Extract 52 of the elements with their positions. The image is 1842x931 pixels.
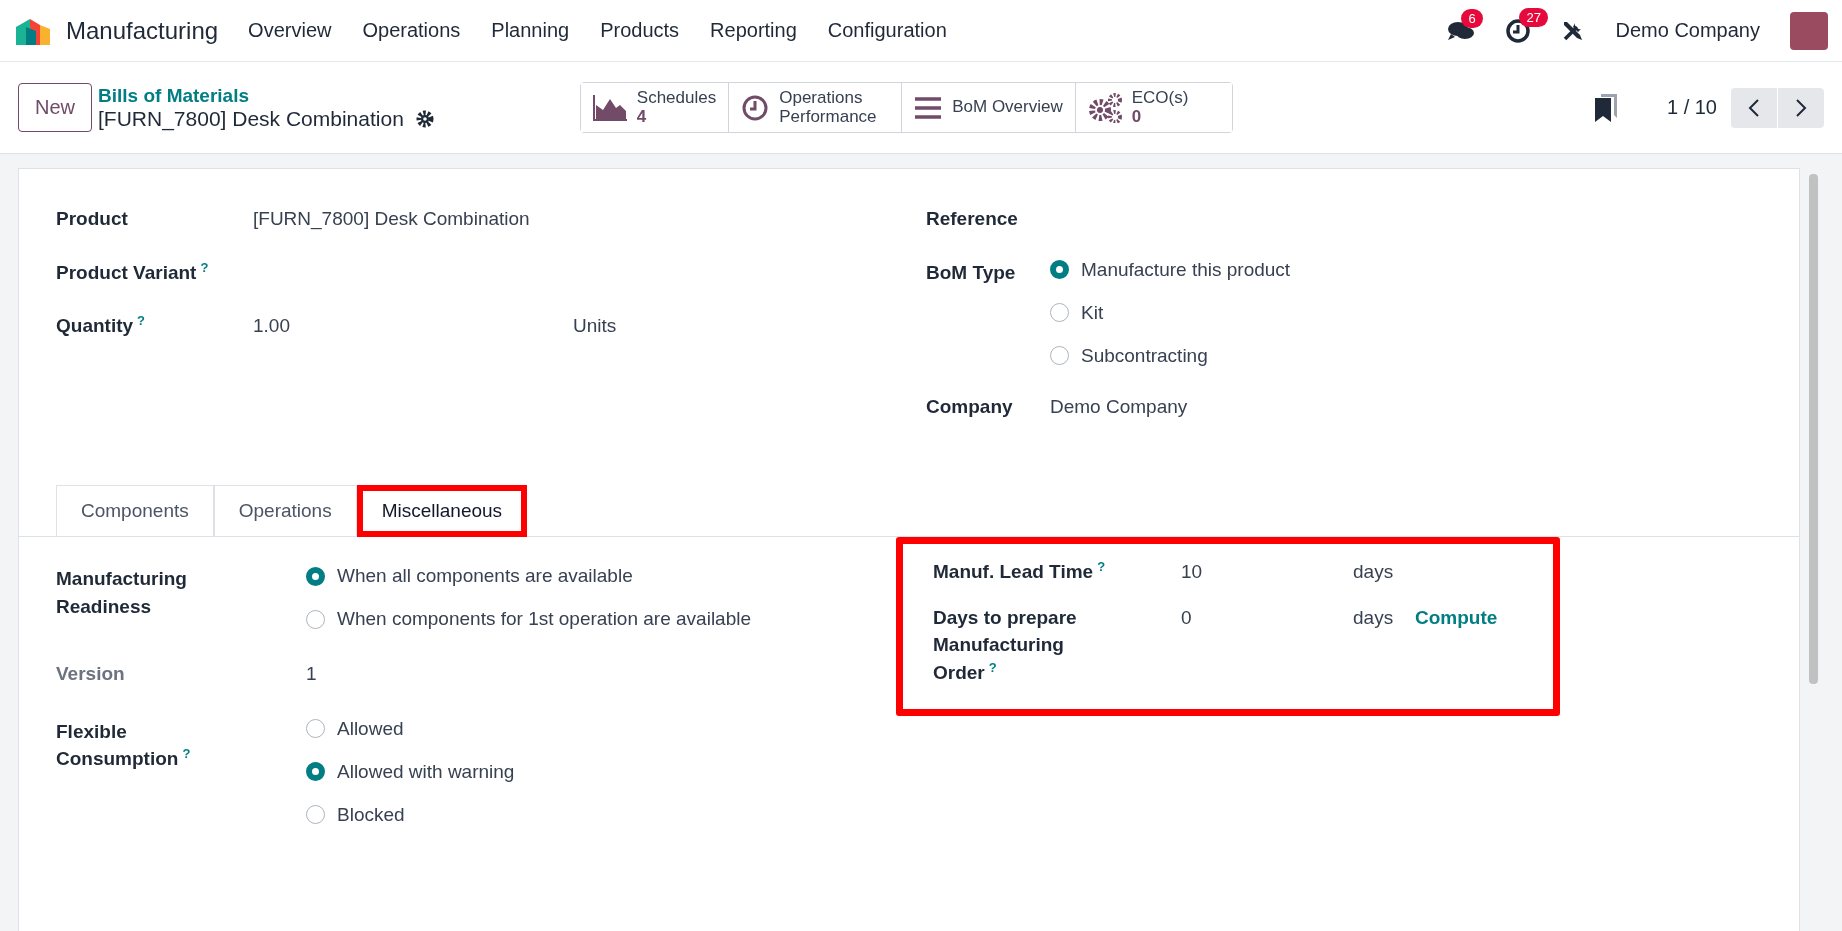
radio-option[interactable]: Allowed xyxy=(306,717,896,740)
menu-item[interactable]: Planning xyxy=(491,19,570,42)
tab[interactable]: Components xyxy=(56,485,214,537)
menu-item[interactable]: Overview xyxy=(248,19,332,42)
field-label: Product Variant $^{?}$ xyxy=(56,258,210,285)
notification-badge: 6 xyxy=(1461,8,1483,28)
radio-option[interactable]: Allowed with warning xyxy=(306,760,896,783)
new-button[interactable]: New xyxy=(18,83,92,132)
field-value[interactable]: 1.00 xyxy=(253,312,573,340)
app-name[interactable]: Manufacturing xyxy=(66,16,219,45)
menu-item[interactable]: Reporting xyxy=(710,19,797,42)
field-label: Quantity $^{?}$ xyxy=(56,312,146,339)
breadcrumb-link[interactable]: Bills of Materials xyxy=(98,84,434,107)
field-label: Manuf. Lead Time $^{?}$ xyxy=(933,558,1107,585)
field-value[interactable]: 1 xyxy=(306,660,896,688)
field-label: Company xyxy=(926,394,1014,419)
menu-item[interactable]: Operations xyxy=(362,19,461,42)
help-mark[interactable]: ? xyxy=(988,659,997,675)
notification-badge: 27 xyxy=(1519,7,1548,27)
radio-option[interactable]: Kit xyxy=(1050,301,1799,324)
field-unit: days xyxy=(1353,560,1395,584)
compute-link[interactable]: Compute xyxy=(1415,603,1529,632)
radio-option[interactable]: When all components are available xyxy=(306,565,896,587)
help-mark[interactable]: ? xyxy=(200,259,209,275)
help-mark[interactable]: ? xyxy=(182,746,191,762)
record-title: [FURN_7800] Desk Combination xyxy=(98,106,404,131)
field-unit: days xyxy=(1353,605,1395,630)
field-label: Reference xyxy=(926,207,1019,231)
menu-item[interactable]: Products xyxy=(600,19,680,42)
radio-option[interactable]: Blocked xyxy=(306,803,896,826)
tab[interactable]: Miscellaneous xyxy=(356,485,528,537)
radio-option[interactable]: Manufacture this product xyxy=(1050,258,1799,281)
company-switcher[interactable]: Demo Company xyxy=(1615,19,1760,42)
field-unit[interactable]: Units xyxy=(573,312,926,340)
field-label: Days to prepare Manufacturing Order $^{?}$ xyxy=(933,605,1078,686)
field-value[interactable]: Demo Company xyxy=(1050,392,1799,421)
field-label: BoM Type xyxy=(926,260,1017,285)
field-label: Manufacturing Readiness xyxy=(56,567,188,619)
help-mark[interactable]: ? xyxy=(137,313,145,329)
radio-option[interactable]: Subcontracting xyxy=(1050,344,1799,367)
menu-item[interactable]: Configuration xyxy=(827,19,947,42)
field-value[interactable]: [FURN_7800] Desk Combination xyxy=(253,205,573,233)
tab[interactable]: Operations xyxy=(213,485,357,537)
field-label: Product xyxy=(56,207,129,231)
field-value[interactable]: 10 xyxy=(1181,558,1353,586)
help-mark[interactable]: ? xyxy=(1097,559,1106,574)
radio-option[interactable]: When components for 1st operation are available xyxy=(306,608,896,630)
field-label: Flexible Consumption $^{?}$ xyxy=(56,719,192,772)
field-value[interactable]: 0 xyxy=(1181,603,1353,632)
pager-value[interactable]: 1 / 10 xyxy=(1666,96,1717,119)
field-label: Version xyxy=(56,662,126,686)
smart-button[interactable]: Schedules 4 xyxy=(580,83,730,132)
